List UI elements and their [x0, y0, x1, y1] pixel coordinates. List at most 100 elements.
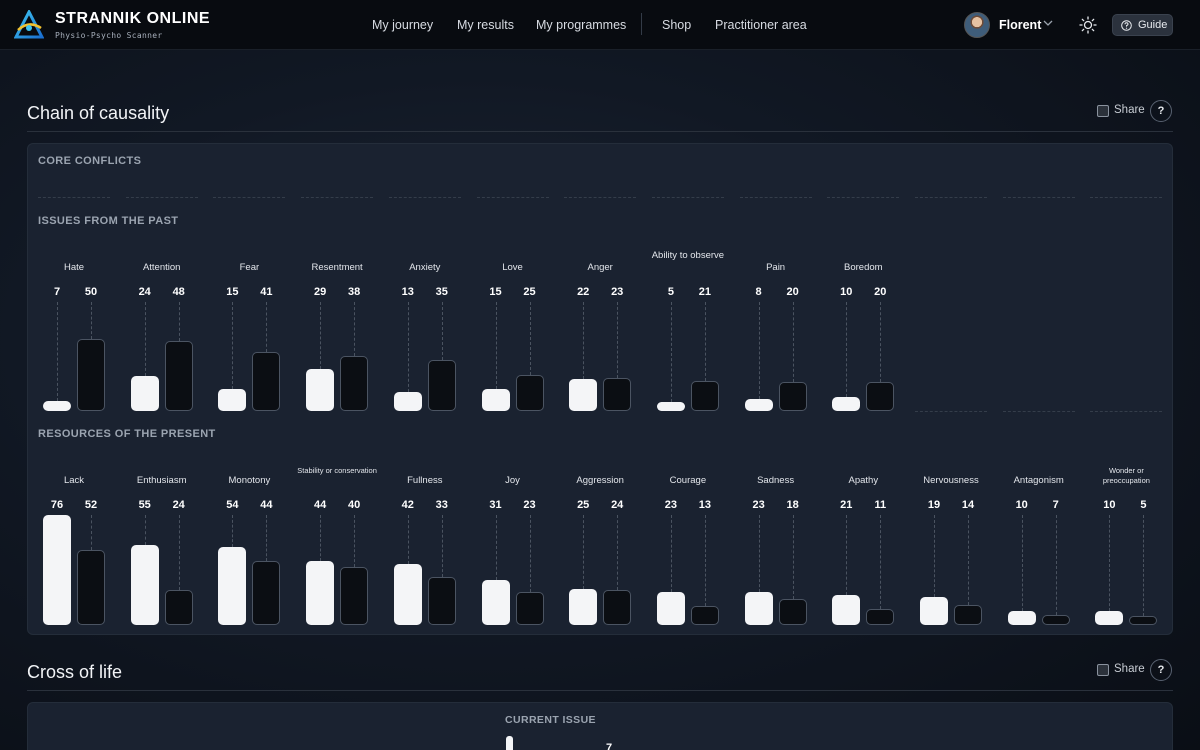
core-conflict-slot	[1090, 197, 1163, 198]
chain-share-label[interactable]: Share	[1114, 104, 1145, 116]
guide-button[interactable]: Guide	[1112, 14, 1173, 36]
bar-past	[218, 546, 247, 625]
category-label: Joy	[505, 475, 520, 486]
bar-past	[569, 379, 598, 411]
category-label: Attention	[142, 262, 181, 273]
nav-my-results[interactable]: My results	[457, 18, 514, 32]
help-circle-icon	[1121, 20, 1132, 31]
guide-line	[704, 515, 706, 607]
category-label: Monotony	[228, 475, 271, 486]
value-present: 44	[260, 499, 273, 511]
core-conflict-slot	[38, 197, 110, 198]
value-past: 10	[1103, 499, 1116, 511]
avatar[interactable]	[964, 12, 990, 38]
value-present: 21	[698, 286, 712, 298]
bar-present	[515, 374, 544, 411]
user-name[interactable]: Florent	[999, 18, 1041, 32]
value-past: 24	[138, 286, 151, 298]
nav-shop[interactable]: Shop	[662, 18, 691, 32]
nav-separator	[641, 13, 642, 35]
bar-past	[306, 368, 335, 411]
nav-my-programmes[interactable]: My programmes	[536, 18, 626, 32]
bar-present	[1129, 616, 1158, 625]
nav-practitioner-area[interactable]: Practitioner area	[715, 18, 807, 32]
guide-line	[617, 302, 619, 378]
chain-section-divider	[27, 131, 1173, 132]
bar-past	[130, 545, 159, 625]
guide-line	[178, 302, 180, 342]
value-past: 13	[401, 286, 414, 298]
cross-share-label[interactable]: Share	[1114, 663, 1145, 675]
guide-line	[495, 515, 497, 581]
value-present: 48	[172, 286, 185, 298]
value-present: 5	[1140, 499, 1147, 511]
empty-slot	[915, 411, 987, 412]
core-conflict-slot	[827, 197, 900, 198]
chain-help-button[interactable]: ?	[1150, 100, 1172, 122]
category-label: Pain	[766, 262, 786, 273]
value-past: 25	[577, 499, 590, 511]
cross-share-checkbox[interactable]	[1097, 664, 1109, 676]
core-conflict-slot	[915, 197, 987, 198]
core-conflict-slot	[739, 197, 812, 198]
bar-past	[393, 392, 422, 411]
guide-line	[1109, 515, 1111, 611]
bar-present	[252, 561, 281, 625]
value-present: 24	[611, 499, 624, 511]
category-label: Love	[502, 262, 523, 273]
sun-icon[interactable]	[1079, 16, 1097, 34]
core-conflicts-label: CORE CONFLICTS	[38, 155, 142, 167]
guide-line	[91, 515, 92, 550]
bar-past	[569, 588, 598, 625]
bar-past	[43, 400, 71, 411]
guide-line	[266, 515, 268, 562]
bar-present	[252, 351, 281, 411]
bar-present	[164, 341, 193, 411]
value-present: 35	[435, 286, 448, 298]
value-past: 31	[489, 499, 502, 511]
category-label: Nervousness	[923, 475, 979, 486]
guide-line	[232, 515, 234, 547]
guide-line	[704, 302, 706, 381]
cross-help-button[interactable]: ?	[1150, 659, 1172, 681]
guide-line	[758, 515, 760, 592]
core-conflict-slot	[476, 197, 549, 198]
guide-line	[792, 302, 794, 382]
empty-slot	[1002, 411, 1075, 412]
bar-present	[340, 355, 369, 411]
guide-line	[441, 515, 443, 578]
chain-share-checkbox[interactable]	[1097, 105, 1109, 117]
core-conflict-slot	[125, 197, 198, 198]
category-label: Anxiety	[409, 262, 441, 273]
brand-tagline: Physio-Psycho Scanner	[55, 31, 163, 40]
value-past: 23	[664, 499, 678, 511]
category-label: Aggression	[576, 475, 624, 486]
top-bar: STRANNIK ONLINE Physio-Psycho Scanner My…	[0, 0, 1200, 50]
guide-line	[617, 515, 619, 591]
category-label: Fullness	[407, 475, 443, 486]
guide-line	[232, 302, 234, 390]
value-present: 50	[84, 286, 98, 298]
guide-line	[144, 302, 146, 377]
bar-present	[77, 549, 105, 625]
bar-present	[515, 591, 544, 625]
value-past: 21	[840, 499, 853, 511]
value-past: 5	[667, 286, 674, 298]
bar-present	[690, 380, 719, 411]
chevron-down-icon[interactable]	[1042, 17, 1054, 29]
value-present: 38	[347, 286, 361, 298]
category-label: Enthusiasm	[136, 475, 187, 486]
chain-of-causality-panel	[27, 143, 1173, 635]
bar-present	[603, 590, 632, 625]
bar-present	[778, 382, 807, 411]
value-present: 23	[523, 499, 536, 511]
value-past: 19	[927, 499, 941, 511]
bar-present	[77, 338, 105, 411]
value-present: 24	[172, 499, 185, 511]
value-present: 23	[611, 286, 624, 298]
bar-present	[954, 604, 982, 625]
nav-my-journey[interactable]: My journey	[372, 18, 433, 32]
brand-logo-icon[interactable]	[14, 10, 44, 40]
core-conflict-slot	[1002, 197, 1075, 198]
bar-past	[656, 591, 685, 625]
